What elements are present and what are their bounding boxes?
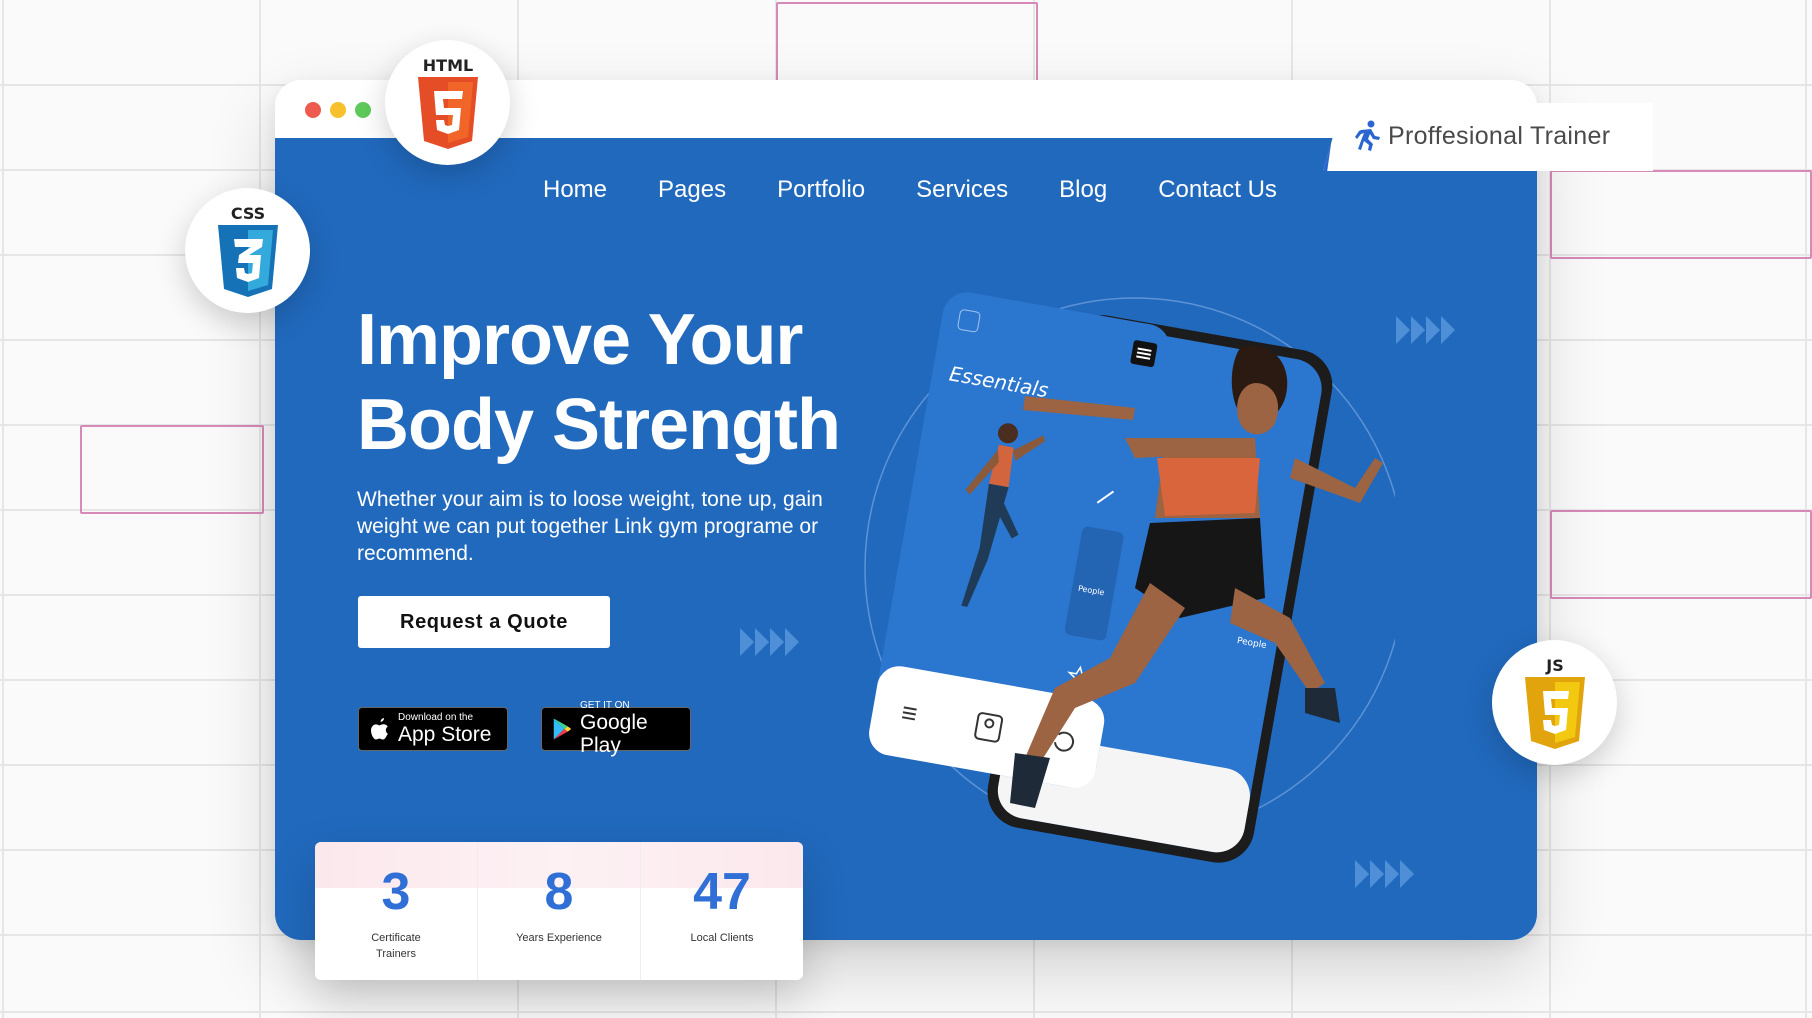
stat-trainers: 3 Certificate Trainers — [315, 842, 478, 980]
stat-label: Local Clients — [690, 932, 754, 944]
hero-section: Home Pages Portfolio Services Blog Conta… — [275, 138, 1537, 940]
stat-experience: 8 Years Experience — [478, 842, 641, 980]
arrows-icon — [1396, 316, 1455, 344]
stat-value: 47 — [693, 863, 751, 921]
decor-box — [80, 425, 264, 514]
html5-icon: HTML — [417, 56, 478, 149]
google-play-small-text: GET IT ON — [579, 700, 630, 711]
browser-window: Home Pages Portfolio Services Blog Conta… — [275, 80, 1537, 940]
window-minimize-dot[interactable] — [330, 102, 346, 118]
nav-pages[interactable]: Pages — [658, 176, 726, 204]
html-label: HTML — [422, 56, 472, 75]
hero-title-line1: Improve Your — [357, 300, 803, 380]
nav-contact[interactable]: Contact Us — [1158, 176, 1277, 204]
js-icon: JS — [1524, 656, 1585, 749]
css-label: CSS — [230, 204, 264, 223]
nav-services[interactable]: Services — [916, 176, 1008, 204]
trainer-tag-text: Proffesional Trainer — [1388, 122, 1611, 150]
nav-blog[interactable]: Blog — [1059, 176, 1107, 204]
request-quote-button[interactable]: Request a Quote — [358, 596, 610, 648]
hero-illustration: senti People Essentials People — [864, 292, 1395, 863]
css3-icon: CSS — [217, 204, 278, 297]
apple-icon — [371, 718, 388, 740]
stat-value: 8 — [544, 863, 574, 921]
hero-title: Improve Your Body Strength — [357, 298, 841, 468]
main-nav: Home Pages Portfolio Services Blog Conta… — [543, 176, 1277, 204]
html5-badge: HTML — [385, 40, 510, 165]
stat-value: 3 — [381, 863, 411, 921]
hero-subtitle: Whether your aim is to loose weight, ton… — [357, 488, 823, 565]
app-store-small-text: Download on the — [398, 711, 474, 723]
stat-label: Certificate Trainers — [371, 932, 421, 960]
app-store-button[interactable]: Download on the App Store — [358, 707, 508, 751]
runner-icon — [1355, 120, 1380, 151]
stats-card: 3 Certificate Trainers 8 Years Experienc… — [315, 842, 803, 980]
css3-badge: CSS — [185, 188, 310, 313]
window-maximize-dot[interactable] — [355, 102, 371, 118]
nav-home[interactable]: Home — [543, 176, 607, 204]
google-play-big-text: Google Play — [579, 711, 648, 757]
app-store-big-text: App Store — [398, 722, 492, 746]
js-label: JS — [1545, 656, 1563, 675]
google-play-button[interactable]: GET IT ON Google Play — [541, 701, 691, 757]
arrows-icon — [740, 628, 799, 656]
stat-clients: 47 Local Clients — [641, 842, 803, 980]
professional-trainer-tag: Proffesional Trainer — [1323, 103, 1653, 171]
js-badge: JS — [1492, 640, 1617, 765]
decor-box — [1550, 510, 1812, 599]
hero-title-line2: Body Strength — [357, 385, 841, 465]
decor-box — [1550, 170, 1812, 259]
decor-box — [776, 2, 1038, 86]
nav-portfolio[interactable]: Portfolio — [777, 176, 865, 204]
google-play-icon — [553, 718, 572, 740]
stat-label: Years Experience — [516, 932, 602, 944]
window-close-dot[interactable] — [305, 102, 321, 118]
